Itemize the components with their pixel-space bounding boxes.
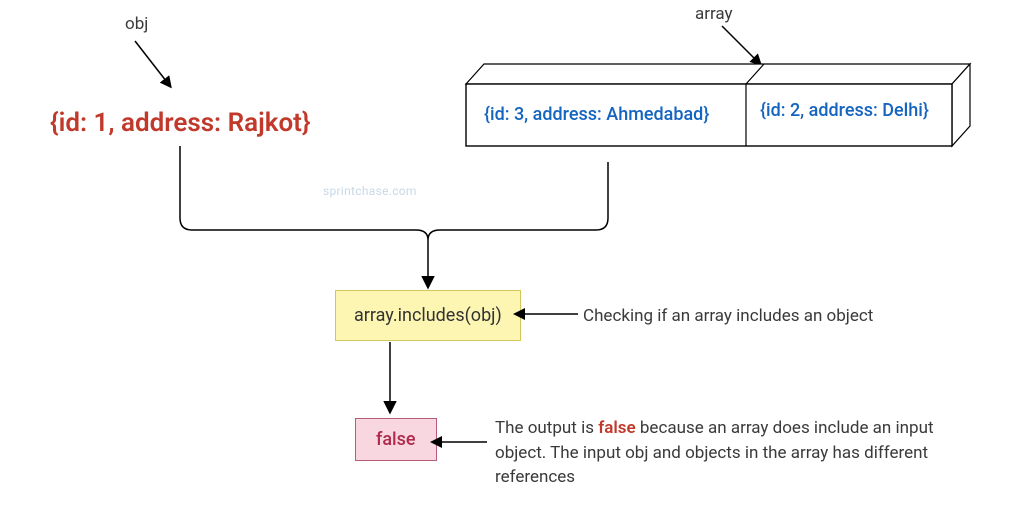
array-cell-1: {id: 2, address: Delhi} (760, 100, 929, 121)
array-cell-0: {id: 3, address: Ahmedabad} (484, 104, 709, 125)
check-desc: Checking if an array includes an object (583, 304, 873, 329)
explain-keyword: false (598, 418, 635, 438)
obj-arrow (130, 36, 190, 96)
merge-connector (140, 140, 660, 295)
explanation-text: The output is false because an array doe… (495, 416, 985, 490)
watermark: sprintchase.com (323, 184, 417, 198)
method-to-result-arrow (378, 340, 408, 420)
method-box: array.includes(obj) (335, 290, 521, 341)
result-box: false (355, 418, 437, 461)
obj-label: obj (125, 14, 148, 34)
obj-value: {id: 1, address: Rajkot} (50, 108, 311, 138)
array-label: array (695, 4, 733, 24)
explain-pre: The output is (495, 418, 598, 438)
array-arrow (720, 24, 780, 74)
diagram-canvas: obj array {id: 1, address: Rajkot} {id: … (0, 0, 1024, 532)
